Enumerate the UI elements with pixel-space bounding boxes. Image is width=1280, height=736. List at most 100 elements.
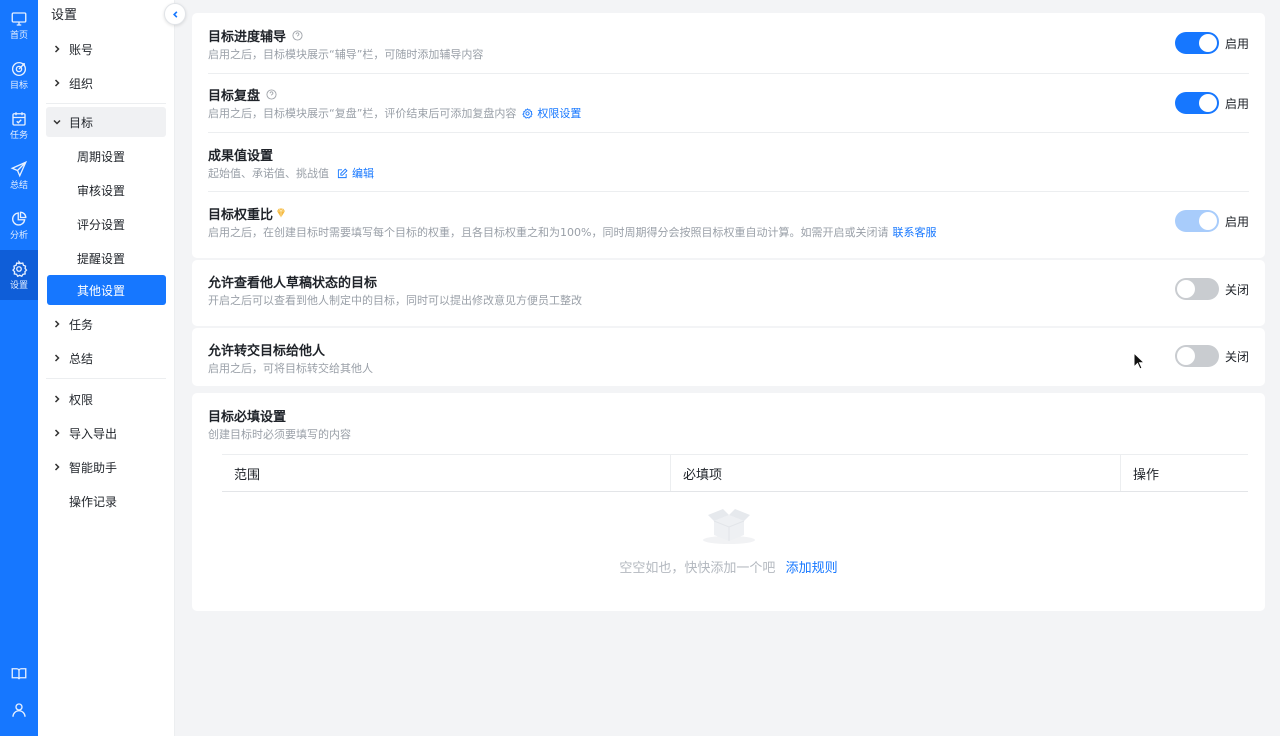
target-icon bbox=[11, 61, 27, 76]
weight-toggle bbox=[1174, 210, 1219, 232]
draft-view-card: 允许查看他人草稿状态的目标 开启之后可以查看到他人制定中的目标，同时可以提出修改… bbox=[192, 260, 1265, 326]
send-icon bbox=[10, 160, 28, 177]
section-desc: 创建目标时必须要填写的内容 bbox=[208, 428, 351, 441]
book-icon bbox=[11, 668, 27, 680]
menu-label: 总结 bbox=[69, 351, 94, 366]
menu-label: 任务 bbox=[69, 317, 94, 332]
transfer-toggle[interactable] bbox=[1174, 345, 1219, 367]
add-rule-link[interactable]: 添加规则 bbox=[786, 557, 838, 576]
progress-toggle-group: 启用 bbox=[1174, 32, 1249, 54]
divider bbox=[208, 132, 1249, 133]
menu-assistant[interactable]: 智能助手 bbox=[38, 450, 174, 484]
setting-progress: 目标进度辅导 启用之后，目标模块展示“辅导”栏，可随时添加辅导内容 bbox=[208, 26, 1249, 62]
required-table-header: 范围 必填项 操作 bbox=[222, 454, 1248, 492]
menu-permission[interactable]: 权限 bbox=[38, 382, 174, 416]
rail-goal[interactable]: 目标 bbox=[0, 50, 38, 100]
rail-settings[interactable]: 设置 bbox=[0, 250, 38, 300]
progress-toggle[interactable] bbox=[1174, 32, 1219, 54]
chevron-right-icon bbox=[54, 463, 60, 471]
menu-task[interactable]: 任务 bbox=[38, 307, 174, 341]
diamond-icon bbox=[277, 208, 286, 218]
menu-log[interactable]: 操作记录 bbox=[38, 484, 174, 518]
help-icon[interactable] bbox=[266, 88, 277, 100]
rail-label: 目标 bbox=[9, 80, 28, 91]
chevron-right-icon bbox=[54, 45, 60, 53]
required-header: 目标必填设置 创建目标时必须要填写的内容 bbox=[208, 406, 1249, 442]
rail-label: 任务 bbox=[9, 130, 28, 141]
chevron-down-icon bbox=[53, 119, 61, 125]
rail-label: 首页 bbox=[9, 30, 28, 41]
gear-icon bbox=[522, 107, 534, 119]
menu-score-settings[interactable]: 评分设置 bbox=[38, 207, 174, 241]
divider bbox=[46, 378, 166, 379]
section-title: 目标必填设置 bbox=[208, 409, 287, 425]
collapse-menu-button[interactable] bbox=[164, 3, 186, 25]
setting-title: 目标进度辅导 bbox=[208, 29, 287, 45]
review-toggle[interactable] bbox=[1174, 92, 1219, 114]
rail-label: 设置 bbox=[9, 280, 28, 291]
permission-settings-link[interactable]: 权限设置 bbox=[522, 105, 581, 121]
monitor-icon bbox=[11, 11, 27, 26]
rail-profile[interactable] bbox=[0, 692, 38, 728]
column-scope: 范围 bbox=[234, 467, 261, 483]
menu-cycle-settings[interactable]: 周期设置 bbox=[38, 139, 174, 173]
setting-draft: 允许查看他人草稿状态的目标 开启之后可以查看到他人制定中的目标，同时可以提出修改… bbox=[208, 272, 1249, 308]
menu-label: 目标 bbox=[69, 115, 94, 130]
divider bbox=[46, 103, 166, 104]
menu-label: 账号 bbox=[69, 42, 94, 57]
setting-desc: 起始值、承诺值、挑战值 bbox=[208, 167, 329, 180]
transfer-card: 允许转交目标给他人 启用之后，可将目标转交给其他人 关闭 bbox=[192, 328, 1265, 386]
gear-icon bbox=[12, 259, 28, 277]
column-required-item: 必填项 bbox=[670, 455, 1120, 491]
toggle-state: 启用 bbox=[1224, 214, 1249, 229]
setting-title: 允许查看他人草稿状态的目标 bbox=[208, 275, 378, 291]
setting-title: 允许转交目标给他人 bbox=[208, 343, 326, 359]
contact-support-link[interactable]: 联系客服 bbox=[892, 224, 936, 240]
setting-review: 目标复盘 启用之后，目标模块展示“复盘”栏，评价结束后可添加复盘内容 权限设置 bbox=[208, 85, 1249, 121]
menu-summary[interactable]: 总结 bbox=[38, 341, 174, 375]
setting-desc: 启用之后，在创建目标时需要填写每个目标的权重，且各目标权重之和为100%，同时周… bbox=[208, 226, 889, 239]
chevron-right-icon bbox=[54, 79, 60, 87]
setting-weight: 目标权重比 启用之后，在创建目标时需要填写每个目标的权重，且各目标权重之和为10… bbox=[208, 204, 1249, 240]
menu-import-export[interactable]: 导入导出 bbox=[38, 416, 174, 450]
divider bbox=[208, 191, 1249, 192]
draft-toggle[interactable] bbox=[1174, 278, 1219, 300]
rail-analysis[interactable]: 分析 bbox=[0, 200, 38, 250]
toggle-state: 启用 bbox=[1224, 96, 1249, 111]
mouse-cursor-icon bbox=[1133, 352, 1145, 370]
chevron-left-icon bbox=[172, 10, 177, 18]
setting-title: 目标复盘 bbox=[208, 88, 261, 104]
divider bbox=[208, 73, 1249, 74]
setting-outcome: 成果值设置 起始值、承诺值、挑战值 编辑 bbox=[208, 145, 1249, 181]
menu-reminder-settings[interactable]: 提醒设置 bbox=[38, 241, 174, 275]
toggle-state: 启用 bbox=[1224, 36, 1249, 51]
setting-transfer: 允许转交目标给他人 启用之后，可将目标转交给其他人 bbox=[208, 340, 1249, 376]
toggle-state: 关闭 bbox=[1224, 282, 1249, 297]
column-actions: 操作 bbox=[1120, 455, 1248, 491]
menu-goal[interactable]: 目标 bbox=[46, 107, 166, 137]
user-icon bbox=[12, 703, 26, 717]
settings-menu: 设置 账号 组织 目标 周期设置 审核设置 评分设置 提醒设置 其他设置 任务 … bbox=[38, 0, 175, 736]
calendar-check-icon bbox=[12, 111, 26, 126]
rail-help[interactable] bbox=[0, 656, 38, 692]
menu-review-settings[interactable]: 审核设置 bbox=[38, 173, 174, 207]
setting-desc: 启用之后，目标模块展示“复盘”栏，评价结束后可添加复盘内容 bbox=[208, 107, 517, 120]
help-icon[interactable] bbox=[292, 29, 303, 41]
link-label: 编辑 bbox=[352, 167, 374, 180]
chevron-right-icon bbox=[54, 429, 60, 437]
menu-account[interactable]: 账号 bbox=[38, 32, 174, 66]
menu-org[interactable]: 组织 bbox=[38, 66, 174, 100]
chevron-right-icon bbox=[54, 320, 60, 328]
chevron-right-icon bbox=[54, 395, 60, 403]
rail-label: 分析 bbox=[9, 230, 28, 241]
transfer-toggle-group: 关闭 bbox=[1174, 345, 1249, 367]
menu-other-settings[interactable]: 其他设置 bbox=[47, 275, 166, 305]
rail-summary[interactable]: 总结 bbox=[0, 150, 38, 200]
edit-outcome-link[interactable]: 编辑 bbox=[337, 165, 374, 181]
required-fields-card: 目标必填设置 创建目标时必须要填写的内容 范围 必填项 操作 空空如也，快快添加… bbox=[192, 393, 1265, 611]
empty-state: 空空如也，快快添加一个吧 添加规则 bbox=[192, 503, 1265, 576]
edit-icon bbox=[337, 167, 348, 178]
link-label: 权限设置 bbox=[537, 107, 582, 120]
rail-home[interactable]: 首页 bbox=[0, 0, 38, 50]
rail-task[interactable]: 任务 bbox=[0, 100, 38, 150]
